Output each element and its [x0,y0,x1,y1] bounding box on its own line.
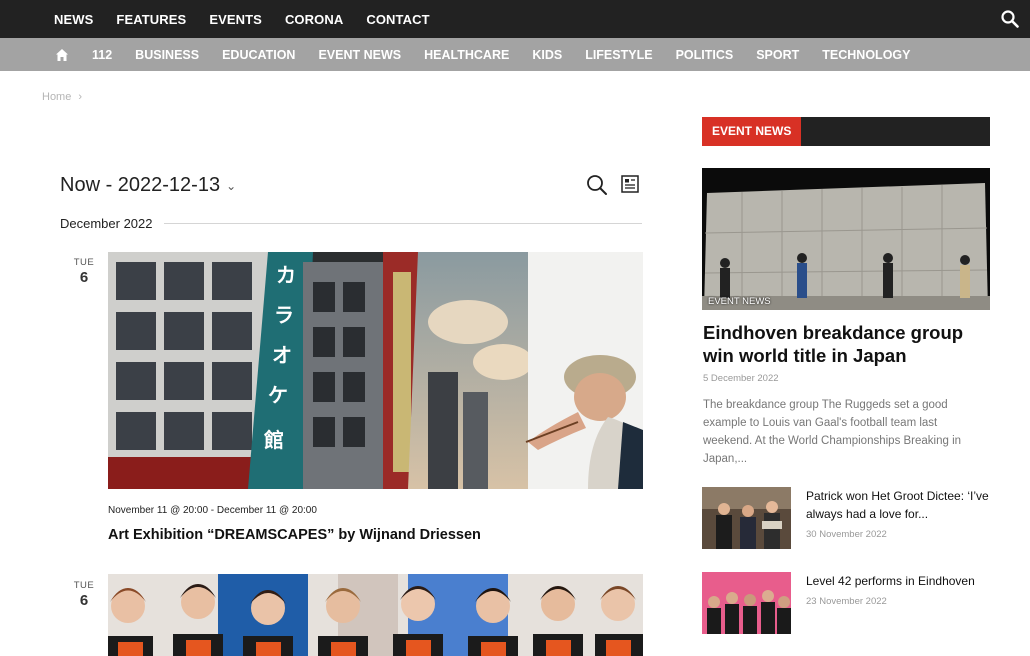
date-range-label: Now - 2022-12-13 [60,174,221,196]
nav-contact[interactable]: CONTACT [366,12,429,27]
month-divider [164,223,642,224]
cat-technology[interactable]: TECHNOLOGY [822,48,910,62]
event-datetime: November 11 @ 20:00 - December 11 @ 20:0… [108,505,317,516]
cat-education[interactable]: EDUCATION [222,48,295,62]
article-title[interactable]: Level 42 performs in Eindhoven [806,572,991,590]
svg-text:ラ: ラ [274,305,294,327]
event-date-tag: TUE 6 [69,257,99,286]
search-icon[interactable] [1000,9,1020,29]
sidebar-section-label[interactable]: EVENT NEWS [702,117,802,146]
featured-article-image[interactable] [702,168,990,310]
cat-healthcare[interactable]: HEALTHCARE [424,48,509,62]
featured-article-date: 5 December 2022 [703,373,779,384]
breakdance-group-image [702,168,990,310]
svg-text:ケ: ケ [268,384,288,407]
top-navigation-bar: NEWS FEATURES EVENTS CORONA CONTACT [0,0,1030,38]
cat-sport[interactable]: SPORT [756,48,799,62]
cat-lifestyle[interactable]: LIFESTYLE [585,48,652,62]
sidebar-section-header: EVENT NEWS [702,117,990,146]
breadcrumb: Home › [42,91,82,103]
svg-text:カ: カ [276,265,296,287]
category-nav: 112 BUSINESS EDUCATION EVENT NEWS HEALTH… [55,38,910,71]
event-image-dreamscapes[interactable]: カラオケ館 [108,252,643,489]
dancers-group-image [108,574,643,656]
nav-features[interactable]: FEATURES [116,12,186,27]
event-title[interactable]: Art Exhibition “DREAMSCAPES” by Wijnand … [108,527,481,543]
event-day: 6 [79,269,89,286]
cat-kids[interactable]: KIDS [532,48,562,62]
dictee-thumbnail-image [702,487,791,549]
article-thumbnail[interactable] [702,572,791,634]
event-weekday: TUE [73,257,95,268]
svg-text:館: 館 [264,428,284,452]
cat-business[interactable]: BUSINESS [135,48,199,62]
top-nav: NEWS FEATURES EVENTS CORONA CONTACT [54,0,430,38]
event-date-tag: TUE 6 [69,580,99,609]
month-separator-label: December 2022 [60,216,153,231]
view-toggle-icon[interactable] [620,174,640,194]
article-date: 30 November 2022 [806,529,887,540]
category-bar: 112 BUSINESS EDUCATION EVENT NEWS HEALTH… [0,38,1030,71]
featured-article-title[interactable]: Eindhoven breakdance group win world tit… [703,321,988,367]
featured-article-excerpt: The breakdance group The Ruggeds set a g… [703,399,962,465]
chevron-down-icon: ⌄ [226,178,237,193]
svg-text:オ: オ [272,345,292,367]
breadcrumb-home[interactable]: Home [42,91,71,103]
article-date: 23 November 2022 [806,596,887,607]
level42-thumbnail-image [702,572,791,634]
cat-politics[interactable]: POLITICS [676,48,734,62]
home-icon[interactable] [55,48,69,62]
cat-112[interactable]: 112 [92,48,112,62]
nav-corona[interactable]: CORONA [285,12,343,27]
event-search-icon[interactable] [586,174,608,196]
painting-artist-image: カラオケ館 [108,252,643,489]
nav-events[interactable]: EVENTS [209,12,262,27]
breadcrumb-separator: › [78,91,83,103]
event-weekday: TUE [73,580,95,591]
event-day: 6 [79,592,89,609]
featured-category-label[interactable]: EVENT NEWS [708,296,771,307]
date-range-selector[interactable]: Now - 2022-12-13 ⌄ [60,174,236,197]
nav-news[interactable]: NEWS [54,12,93,27]
event-image-dancers[interactable] [108,574,643,656]
article-thumbnail[interactable] [702,487,791,549]
cat-event-news[interactable]: EVENT NEWS [318,48,401,62]
article-title[interactable]: Patrick won Het Groot Dictee: ‘I’ve alwa… [806,487,991,523]
